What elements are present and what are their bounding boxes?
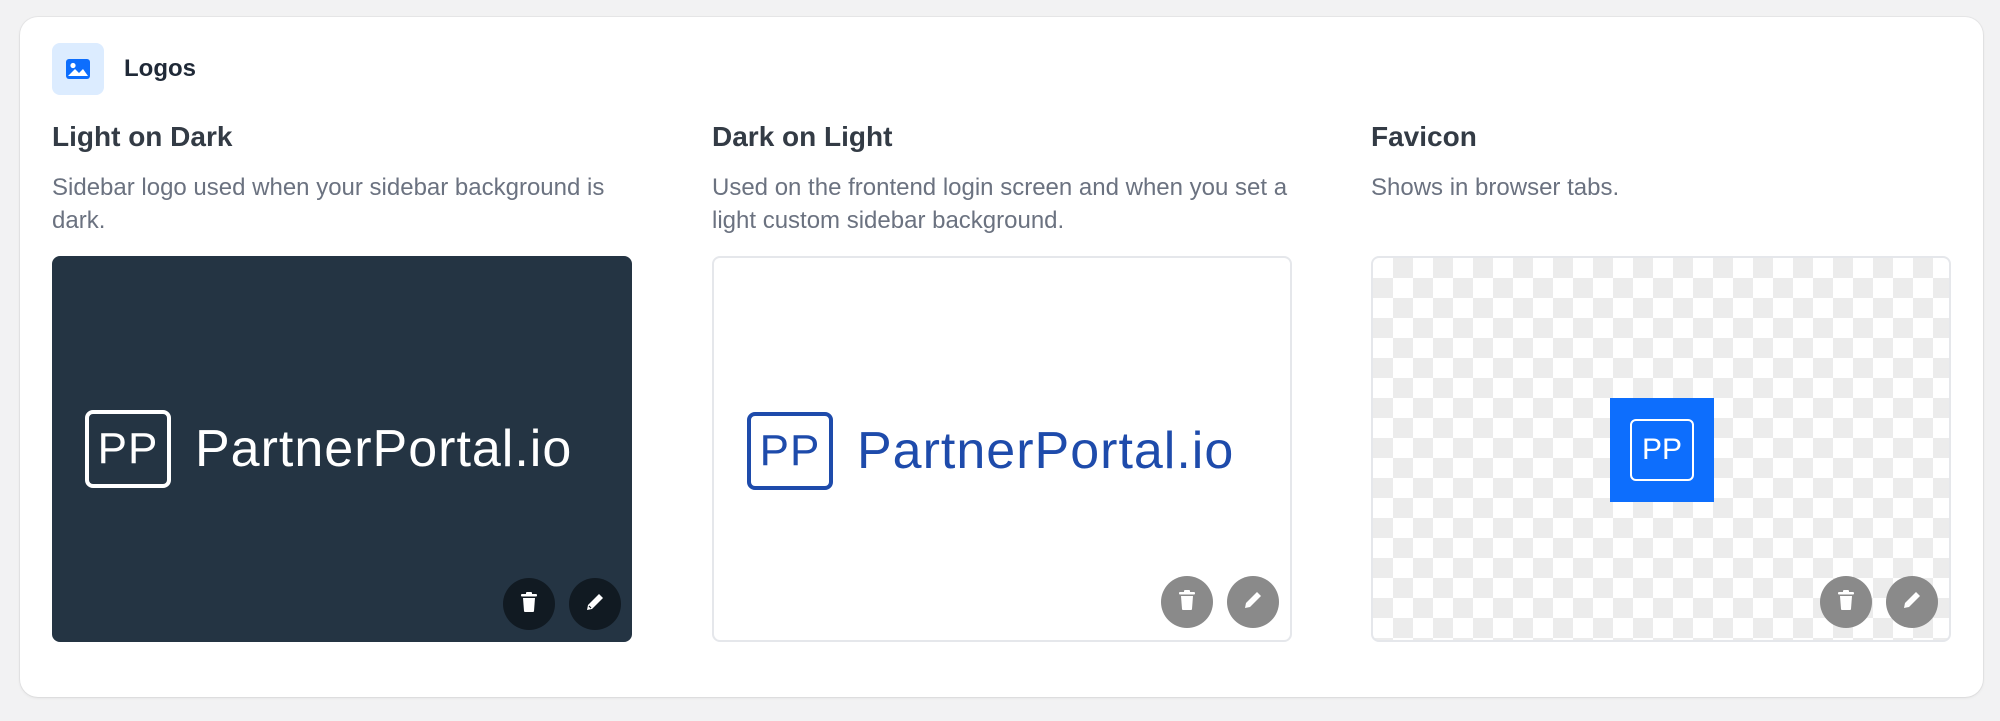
- logo-mark: PP: [747, 412, 833, 490]
- logo-mark: PP: [1630, 419, 1694, 481]
- image-icon: [52, 43, 104, 95]
- column-title: Favicon: [1371, 121, 1477, 152]
- trash-icon: [1177, 589, 1197, 616]
- trash-icon: [519, 591, 539, 618]
- pencil-icon: [584, 591, 606, 618]
- delete-button[interactable]: [503, 578, 555, 630]
- logo-text: PartnerPortal.io: [195, 420, 573, 478]
- partnerportal-logo: PP PartnerPortal.io: [85, 407, 572, 491]
- column-title: Light on Dark: [52, 121, 233, 152]
- column-description: Sidebar logo used when your sidebar back…: [52, 174, 605, 234]
- column-title: Dark on Light: [712, 121, 893, 152]
- section-title: Logos: [124, 55, 196, 82]
- logo-mark: PP: [85, 410, 171, 488]
- column-description: Shows in browser tabs.: [1371, 174, 1620, 201]
- partnerportal-logo: PP PartnerPortal.io: [747, 409, 1234, 493]
- edit-button[interactable]: [1886, 576, 1938, 628]
- trash-icon: [1836, 589, 1856, 616]
- delete-button[interactable]: [1161, 576, 1213, 628]
- delete-button[interactable]: [1820, 576, 1872, 628]
- column-description: Used on the frontend login screen and wh…: [712, 174, 1288, 234]
- logo-text: PartnerPortal.io: [857, 422, 1235, 480]
- pencil-icon: [1242, 589, 1264, 616]
- pencil-icon: [1901, 589, 1923, 616]
- logo-preview-dark-on-light: PP PartnerPortal.io: [712, 256, 1292, 642]
- column-favicon: Favicon Shows in browser tabs.: [1371, 121, 1951, 204]
- edit-button[interactable]: [1227, 576, 1279, 628]
- column-light-on-dark: Light on Dark Sidebar logo used when you…: [52, 121, 632, 237]
- logo-preview-light-on-dark: PP PartnerPortal.io: [52, 256, 632, 642]
- edit-button[interactable]: [569, 578, 621, 630]
- logos-card: Logos Light on Dark Sidebar logo used wh…: [20, 17, 1983, 697]
- favicon-image: PP: [1610, 398, 1714, 502]
- column-dark-on-light: Dark on Light Used on the frontend login…: [712, 121, 1292, 237]
- favicon-preview: PP: [1371, 256, 1951, 642]
